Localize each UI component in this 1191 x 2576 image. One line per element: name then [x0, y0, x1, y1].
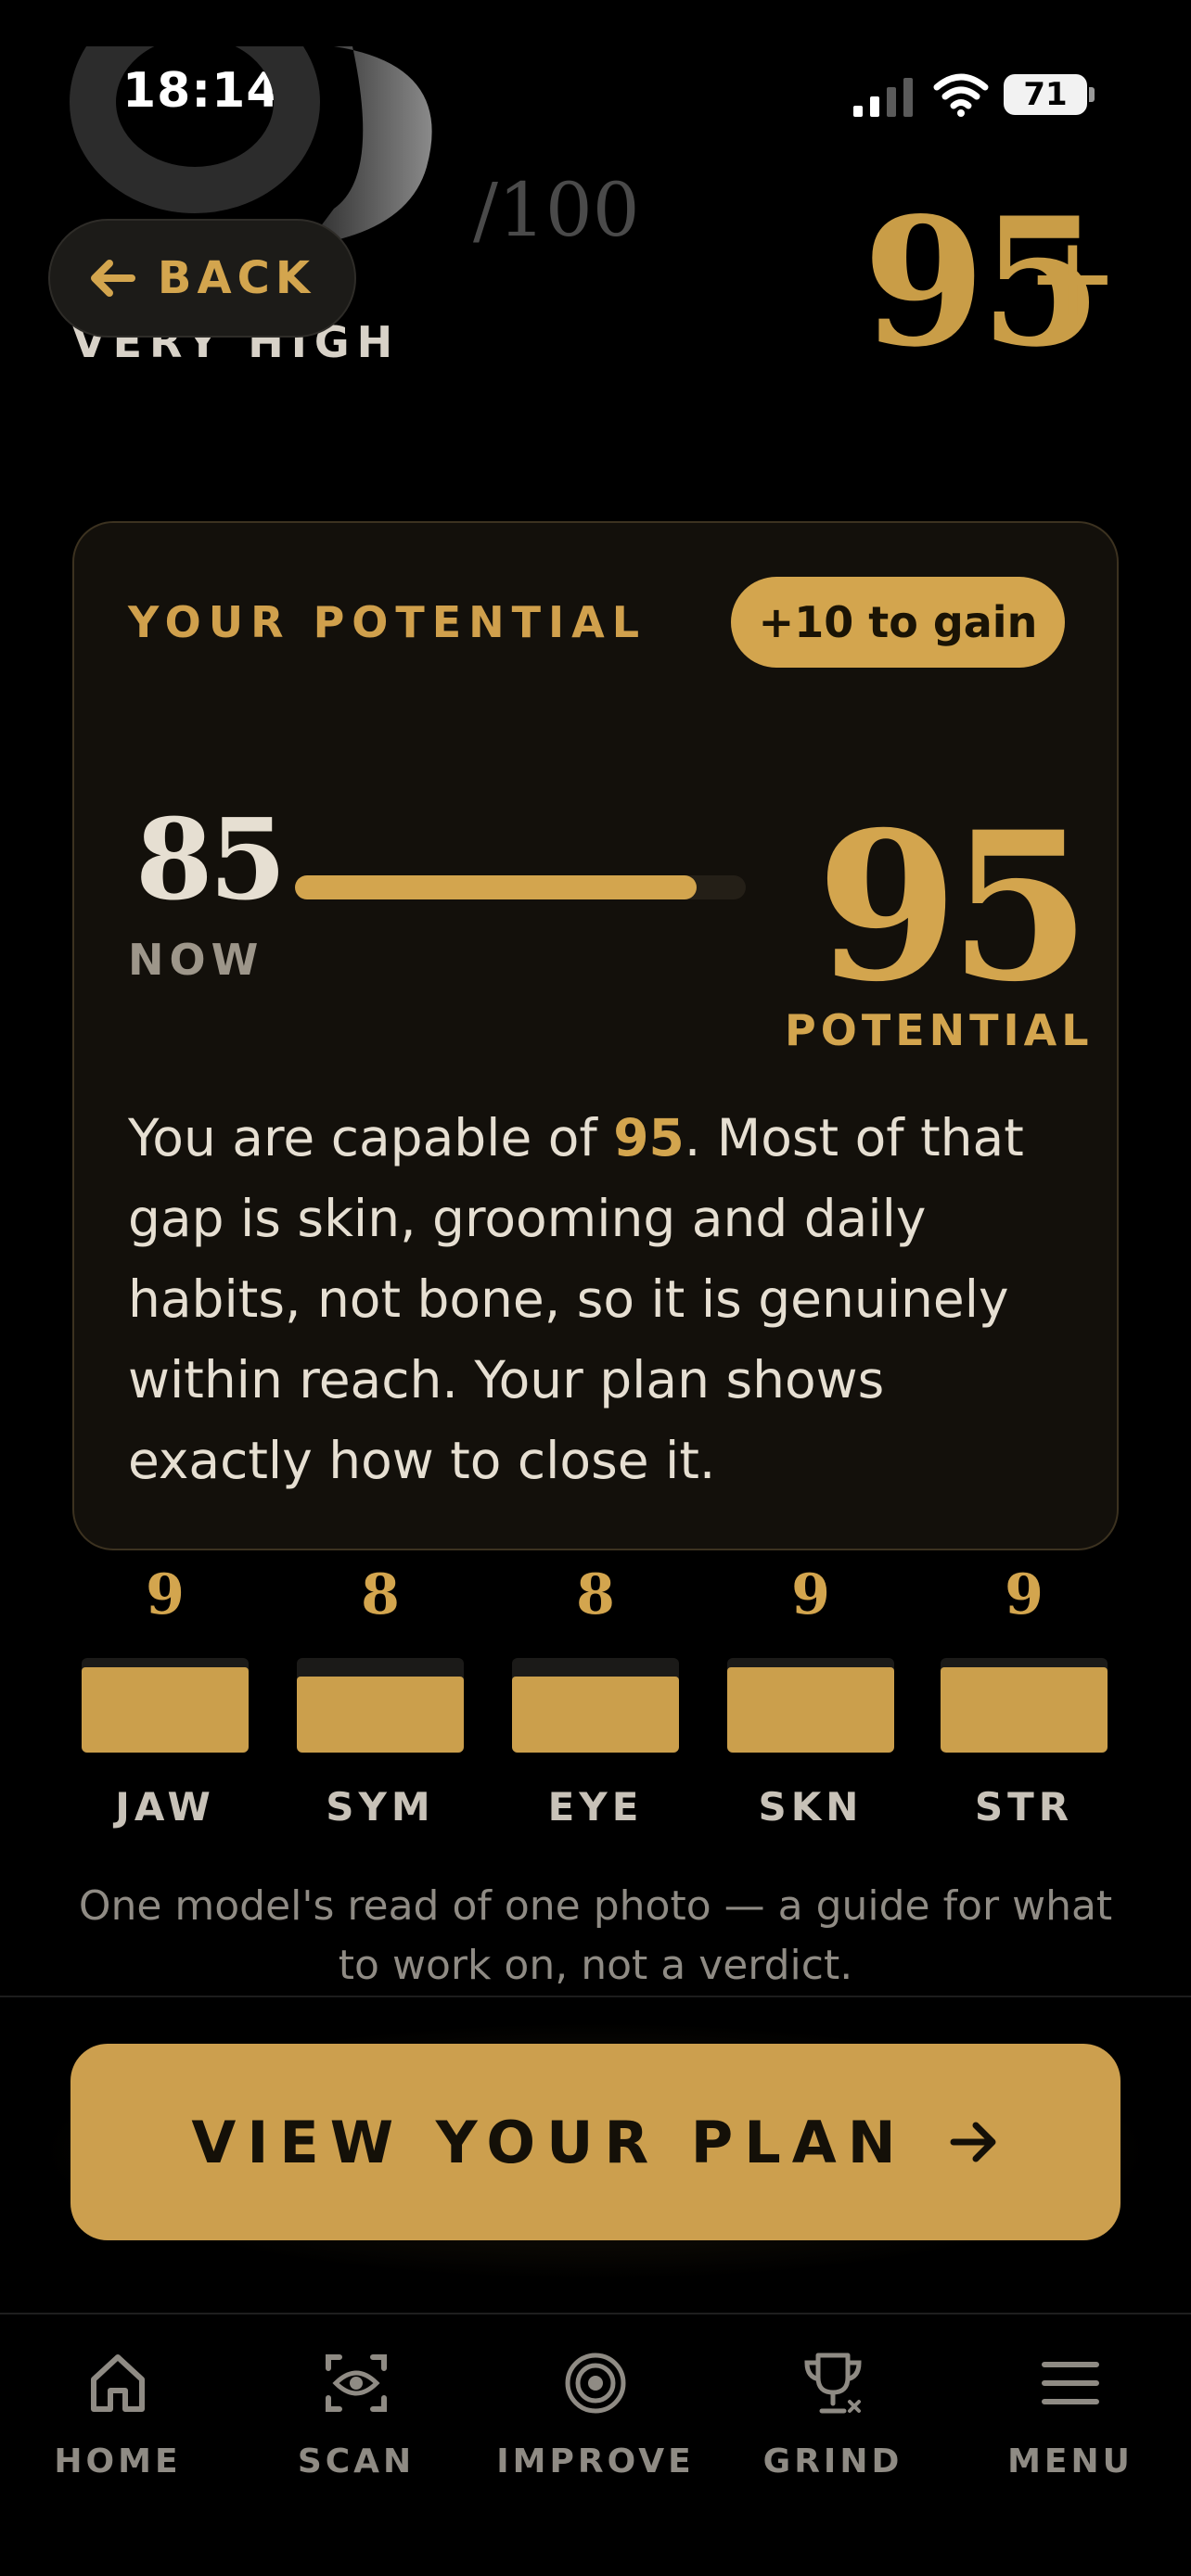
sub-score-value: 8 [361, 1562, 400, 1627]
tab-label: GRIND [762, 2442, 903, 2480]
sub-score-fill [512, 1677, 679, 1753]
description-text-start: You are capable of [128, 1108, 614, 1167]
potential-progress-fill [295, 875, 697, 899]
tab-label: MENU [1007, 2442, 1133, 2480]
potential-score: 95 [816, 786, 1091, 1027]
sub-score-skn: 9 SKN [727, 1558, 894, 1830]
view-plan-button[interactable]: VIEW YOUR PLAN [70, 2044, 1121, 2240]
sub-score-value: 9 [791, 1562, 830, 1627]
sub-score-fill [727, 1667, 894, 1753]
sub-score-bar [82, 1658, 249, 1753]
sub-score-fill [82, 1667, 249, 1753]
menu-icon [1042, 2362, 1099, 2404]
sub-score-fill [941, 1667, 1108, 1753]
back-button[interactable]: BACK [48, 219, 356, 338]
tab-menu[interactable]: MENU [968, 2346, 1172, 2480]
sub-score-label: STR [974, 1784, 1074, 1830]
arrow-left-icon [90, 260, 135, 297]
sub-score-value: 9 [1005, 1562, 1044, 1627]
wifi-icon [933, 73, 989, 117]
sub-score-fill [297, 1677, 464, 1753]
sub-score-bar [941, 1658, 1108, 1753]
sub-score-jaw: 9 JAW [82, 1558, 249, 1830]
potential-label: POTENTIAL [785, 1005, 1094, 1055]
tab-label: IMPROVE [496, 2442, 695, 2480]
sub-score-label: EYE [547, 1784, 644, 1830]
sub-score-eye: 8 EYE [512, 1558, 679, 1830]
tab-scan[interactable]: SCAN [254, 2346, 458, 2480]
sub-score-label: SYM [326, 1784, 435, 1830]
tab-grind[interactable]: GRIND [731, 2346, 935, 2480]
disclaimer: One model's read of one photo — a guide … [78, 1882, 1113, 1989]
view-plan-label: VIEW YOUR PLAN [191, 2108, 907, 2176]
tab-label: HOME [54, 2442, 182, 2480]
potential-description: You are capable of 95. Most of that gap … [128, 1098, 1065, 1501]
now-score: 85 [135, 795, 287, 925]
tab-label: SCAN [297, 2442, 416, 2480]
sub-score-value: 8 [576, 1562, 615, 1627]
battery-tip [1089, 87, 1095, 102]
divider [0, 1996, 1191, 1997]
sub-score-str: 9 STR [941, 1558, 1108, 1830]
tab-home[interactable]: HOME [16, 2346, 220, 2480]
gain-badge: +10 to gain [731, 577, 1065, 668]
home-icon [91, 2354, 145, 2412]
sub-score-label: JAW [115, 1784, 215, 1830]
sub-score-value: 9 [146, 1562, 185, 1627]
sub-score-bar [297, 1658, 464, 1753]
back-label: BACK [157, 252, 316, 304]
sub-score-bar [727, 1658, 894, 1753]
battery-indicator: 71 [1004, 74, 1087, 115]
arrow-right-icon [950, 2122, 996, 2162]
description-highlight: 95 [613, 1108, 685, 1167]
target-plus: + [1026, 213, 1120, 342]
score-out-of: /100 [473, 167, 640, 253]
now-label: NOW [128, 935, 264, 985]
tab-improve[interactable]: IMPROVE [493, 2346, 698, 2480]
target-icon [565, 2353, 626, 2414]
tab-bar-divider [0, 2313, 1191, 2315]
sub-score-bar [512, 1658, 679, 1753]
sub-score-label: SKN [758, 1784, 864, 1830]
trophy-icon [804, 2353, 862, 2414]
card-title: YOUR POTENTIAL [128, 597, 647, 647]
cellular-signal-icon [853, 78, 913, 117]
scan-face-icon [326, 2354, 387, 2412]
potential-progress-track [295, 875, 746, 899]
sub-score-sym: 8 SYM [297, 1558, 464, 1830]
